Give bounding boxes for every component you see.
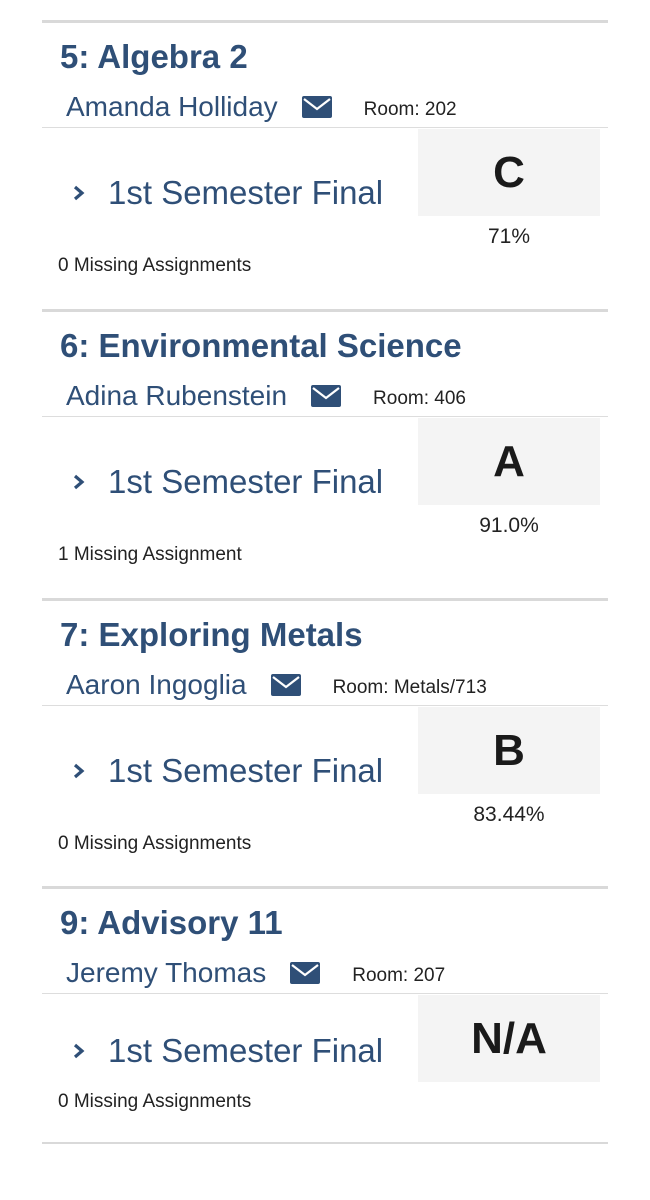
grade-letter: A [493, 436, 525, 486]
chevron-right-icon [72, 763, 86, 779]
term-label: 1st Semester Final [108, 752, 384, 789]
teacher-name-link[interactable]: Jeremy Thomas [66, 957, 266, 989]
grade-percent: 83.44% [473, 803, 545, 826]
term-expand-toggle[interactable]: 1st Semester Final [72, 463, 383, 501]
grade-box: N/A [418, 995, 600, 1082]
missing-assignments-link[interactable]: 0 Missing Assignments [58, 1091, 251, 1113]
teacher-row: Amanda Holliday Room: 202 [66, 90, 457, 124]
divider [42, 993, 608, 994]
course-title: 7: Exploring Metals [60, 616, 363, 653]
grades-page: 5: Algebra 2 Amanda Holliday Room: 202 1… [0, 0, 650, 1200]
grade-box: A [418, 418, 600, 505]
term-label: 1st Semester Final [108, 1032, 384, 1069]
term-expand-toggle[interactable]: 1st Semester Final [72, 174, 383, 212]
chevron-right-icon [72, 185, 86, 201]
term-label: 1st Semester Final [108, 174, 384, 211]
grade-box: C [418, 129, 600, 216]
term-label: 1st Semester Final [108, 463, 384, 500]
teacher-name-link[interactable]: Adina Rubenstein [66, 380, 287, 412]
grade-letter: B [493, 725, 525, 775]
missing-assignments-link[interactable]: 0 Missing Assignments [58, 255, 251, 277]
teacher-name-link[interactable]: Aaron Ingoglia [66, 669, 247, 701]
course-title: 6: Environmental Science [60, 327, 462, 364]
course-card: 5: Algebra 2 Amanda Holliday Room: 202 1… [42, 20, 608, 309]
grade-percent: 71% [487, 225, 531, 248]
teacher-row: Aaron Ingoglia Room: Metals/713 [66, 668, 487, 702]
room-label: Room: Metals/713 [332, 677, 487, 698]
room-label: Room: 207 [352, 965, 446, 986]
divider [42, 127, 608, 128]
grade-letter: N/A [471, 1013, 547, 1063]
grade-percent: 91.0% [479, 514, 539, 537]
teacher-name-link[interactable]: Amanda Holliday [66, 91, 278, 123]
teacher-row: Adina Rubenstein Room: 406 [66, 379, 466, 413]
course-card: 7: Exploring Metals Aaron Ingoglia Room:… [42, 598, 608, 887]
chevron-right-icon [72, 474, 86, 490]
grade-box: B [418, 707, 600, 794]
teacher-row: Jeremy Thomas Room: 207 [66, 956, 445, 990]
list-bottom-divider [42, 1142, 608, 1144]
room-label: Room: 202 [363, 99, 457, 120]
course-title: 9: Advisory 11 [60, 904, 283, 941]
course-card: 9: Advisory 11 Jeremy Thomas Room: 207 1… [42, 886, 608, 1142]
envelope-icon[interactable] [270, 674, 301, 696]
divider [42, 416, 608, 417]
term-expand-toggle[interactable]: 1st Semester Final [72, 1032, 383, 1070]
grade-letter: C [493, 147, 525, 197]
course-title: 5: Algebra 2 [60, 38, 248, 75]
missing-assignments-link[interactable]: 0 Missing Assignments [58, 833, 251, 855]
divider [42, 705, 608, 706]
chevron-right-icon [72, 1043, 86, 1059]
envelope-icon[interactable] [301, 96, 332, 118]
course-card: 6: Environmental Science Adina Rubenstei… [42, 309, 608, 598]
term-expand-toggle[interactable]: 1st Semester Final [72, 752, 383, 790]
envelope-icon[interactable] [290, 962, 321, 984]
missing-assignments-link[interactable]: 1 Missing Assignment [58, 544, 242, 566]
room-label: Room: 406 [373, 388, 466, 409]
envelope-icon[interactable] [311, 385, 342, 407]
